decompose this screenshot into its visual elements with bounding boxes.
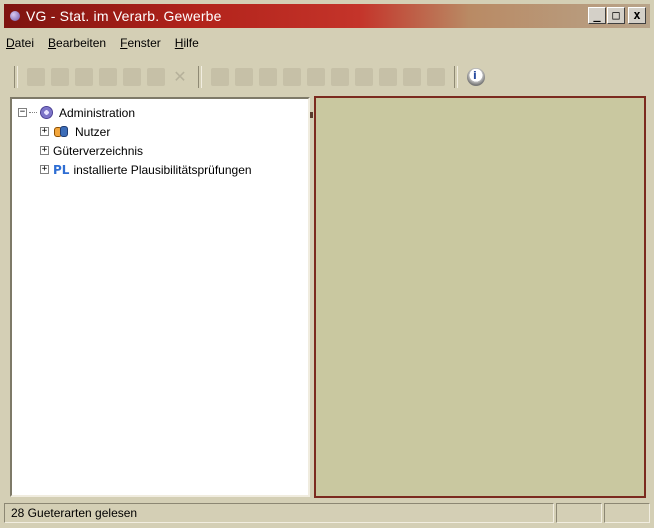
- users-icon: [53, 125, 69, 138]
- tree-item-label: Nutzer: [75, 124, 111, 139]
- record-icon[interactable]: [331, 68, 349, 86]
- collapse-icon[interactable]: −: [18, 108, 27, 117]
- toolbar: ✕: [8, 64, 644, 90]
- delete-icon[interactable]: ✕: [171, 68, 189, 86]
- title-bar[interactable]: VG - Stat. im Verarb. Gewerbe _ □ x: [4, 4, 650, 28]
- doc2-icon[interactable]: [307, 68, 325, 86]
- doc-icon[interactable]: [283, 68, 301, 86]
- content-pane[interactable]: [314, 96, 646, 498]
- info-icon[interactable]: [467, 68, 485, 86]
- window-controls: _ □ x: [588, 7, 646, 24]
- pl-icon: PL: [53, 162, 70, 177]
- save-icon[interactable]: [123, 68, 141, 86]
- save-all-icon[interactable]: [147, 68, 165, 86]
- status-slot: [604, 503, 650, 523]
- open-icon[interactable]: [27, 68, 45, 86]
- report-icon[interactable]: [427, 68, 445, 86]
- window-title: VG - Stat. im Verarb. Gewerbe: [26, 8, 222, 24]
- expand-icon[interactable]: +: [40, 127, 49, 136]
- status-text: 28 Gueterarten gelesen: [4, 503, 554, 523]
- menu-bar: Datei Bearbeiten Fenster Hilfe: [6, 36, 199, 54]
- tree-item-label: Administration: [59, 105, 136, 120]
- toolbar-separator: [198, 66, 202, 88]
- cut-icon[interactable]: [211, 68, 229, 86]
- gear-icon: [40, 106, 53, 119]
- tree-item-nutzer[interactable]: + Nutzer: [40, 122, 252, 141]
- back-icon[interactable]: [75, 68, 93, 86]
- list-icon[interactable]: [379, 68, 397, 86]
- toolbar-separator: [454, 66, 458, 88]
- tree-connector: [29, 112, 37, 113]
- tree-item-plausibilitaetspruefungen[interactable]: + PL installierte Plausibilitätsprüfunge…: [40, 160, 252, 179]
- main-window: VG - Stat. im Verarb. Gewerbe _ □ x Date…: [0, 0, 654, 528]
- app-icon: [10, 11, 20, 21]
- tree-item-label: installierte Plausibilitätsprüfungen: [73, 162, 252, 177]
- db-icon[interactable]: [355, 68, 373, 86]
- status-slot: [556, 503, 602, 523]
- menu-bearbeiten[interactable]: Bearbeiten: [48, 36, 106, 54]
- menu-hilfe[interactable]: Hilfe: [175, 36, 199, 54]
- menu-datei[interactable]: Datei: [6, 36, 34, 54]
- close-button[interactable]: x: [628, 7, 646, 24]
- expand-icon[interactable]: +: [40, 165, 49, 174]
- tree-item-label: Güterverzeichnis: [53, 143, 144, 158]
- maximize-button[interactable]: □: [607, 7, 625, 24]
- tree-root[interactable]: − Administration: [18, 103, 252, 122]
- table-icon[interactable]: [403, 68, 421, 86]
- paste-icon[interactable]: [259, 68, 277, 86]
- print-icon[interactable]: [51, 68, 69, 86]
- tree-item-gueterverzeichnis[interactable]: + Güterverzeichnis: [40, 141, 252, 160]
- status-bar: 28 Gueterarten gelesen: [4, 502, 650, 524]
- minimize-button[interactable]: _: [588, 7, 606, 24]
- forward-icon[interactable]: [99, 68, 117, 86]
- menu-fenster[interactable]: Fenster: [120, 36, 161, 54]
- splitter-handle[interactable]: [310, 112, 313, 118]
- navigation-tree-pane[interactable]: − Administration + Nutzer + Güterverzeic…: [10, 97, 310, 497]
- expand-icon[interactable]: +: [40, 146, 49, 155]
- navigation-tree: − Administration + Nutzer + Güterverzeic…: [18, 103, 252, 179]
- toolbar-grip: [14, 66, 18, 88]
- copy-icon[interactable]: [235, 68, 253, 86]
